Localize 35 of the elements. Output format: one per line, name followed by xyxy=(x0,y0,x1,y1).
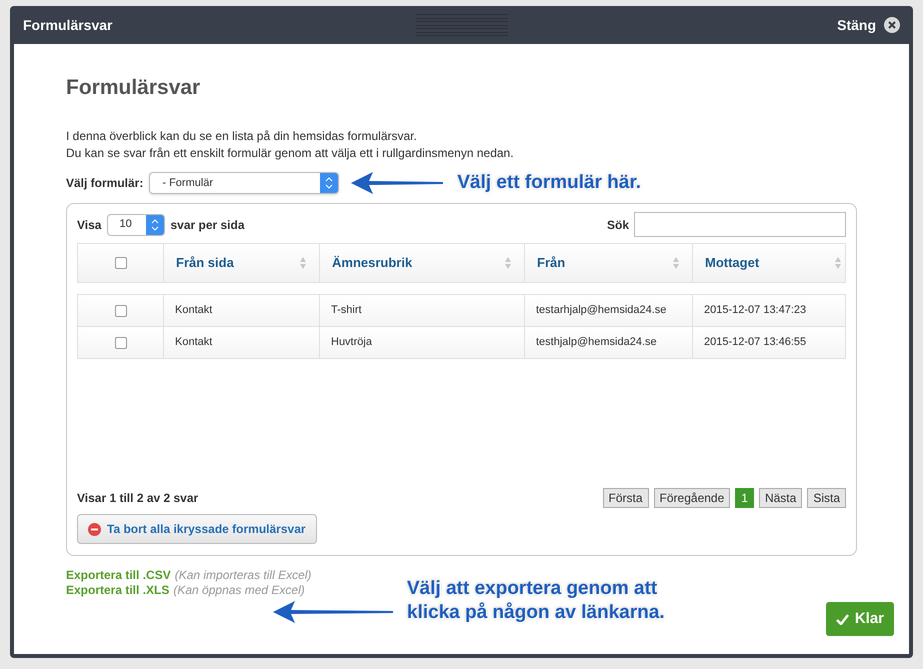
window-title: Formulärsvar xyxy=(23,16,112,34)
export-note: (Kan öppnas med Excel) xyxy=(173,583,305,598)
per-page-label: svar per sida xyxy=(170,216,245,234)
column-header[interactable]: Från xyxy=(525,244,693,282)
delete-button[interactable]: Ta bort alla ikryssade formulärsvar xyxy=(77,514,317,544)
table-cell: Kontakt xyxy=(164,327,320,358)
callout-text: Välj ett formulär här. xyxy=(457,170,642,194)
callout-text: Välj att exportera genom att klicka på någon av länkarna. xyxy=(407,577,666,625)
column-header[interactable]: Mottaget xyxy=(693,244,854,282)
done-button[interactable]: Klar xyxy=(826,602,894,636)
select-label: Välj formulär: xyxy=(66,174,144,192)
page-heading: Formulärsvar xyxy=(66,75,202,101)
table-cell: T-shirt xyxy=(320,295,525,326)
column-header[interactable]: Ämnesrubrik xyxy=(320,244,525,282)
page-button[interactable]: 1 xyxy=(735,488,754,508)
page-button[interactable]: Första xyxy=(602,488,649,508)
close-button[interactable]: Stäng xyxy=(837,14,900,36)
form-select[interactable]: - Formulär xyxy=(149,172,340,194)
column-header[interactable]: Från sida xyxy=(164,244,320,282)
table-cell-text: 2015-12-07 13:47:23 xyxy=(703,303,808,318)
search-label: Sök xyxy=(606,216,629,234)
results-info: Visar 1 till 2 av 2 svar xyxy=(77,490,200,507)
table-cell: Huvtröja xyxy=(320,327,525,358)
show-label: Visa xyxy=(77,216,102,234)
page-button[interactable]: Nästa xyxy=(758,488,802,508)
page-button[interactable]: Sista xyxy=(807,488,846,508)
table-cell-text: 2015-12-07 13:46:55 xyxy=(703,335,808,350)
page-size-select[interactable]: 10 xyxy=(107,214,166,236)
intro-text: Du kan se svar från ett enskilt formulär genom att välja ett i rullgardinsmenyn nedan. xyxy=(66,144,515,162)
page-button[interactable]: Föregående xyxy=(654,488,730,508)
table-cell: testarhjalp@hemsida24.se xyxy=(525,295,693,326)
table-cell: Kontakt xyxy=(164,295,320,326)
intro-text: I denna överblick kan du se en lista på din hemsidas formulärsvar. xyxy=(66,128,418,144)
table-cell: testhjalp@hemsida24.se xyxy=(525,327,693,358)
export-note: (Kan importeras till Excel) xyxy=(174,568,312,583)
